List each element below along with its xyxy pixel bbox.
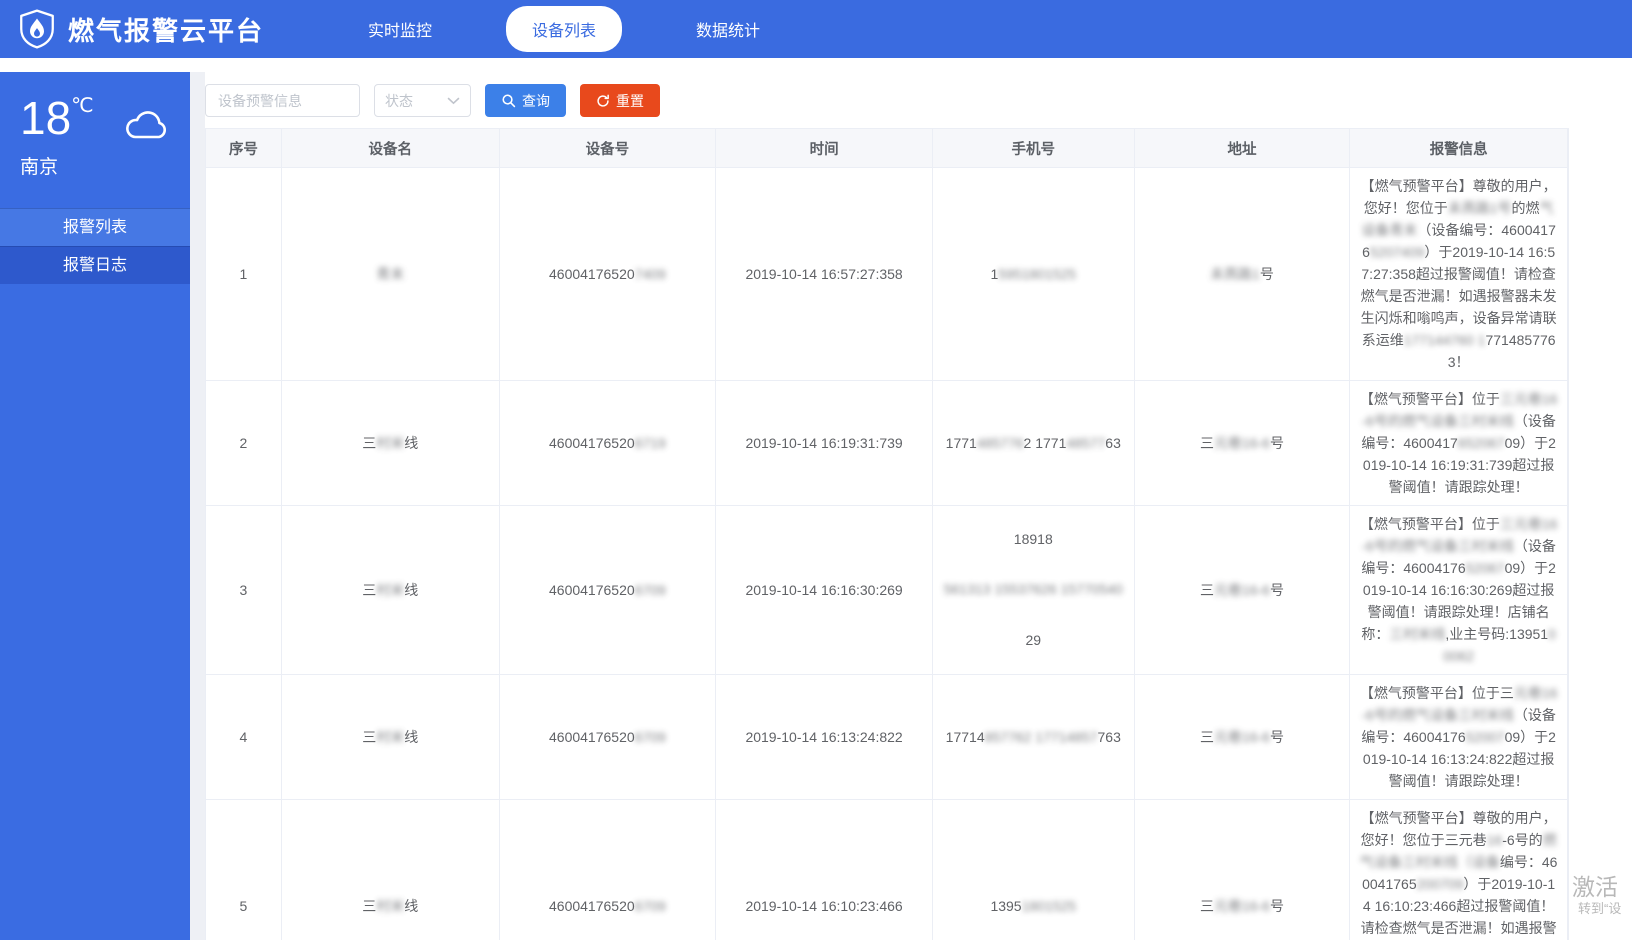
- cell-phone: 17714857762 17714857763: [933, 675, 1135, 799]
- cell-index: 1: [206, 168, 282, 380]
- cell-device-name: 三村米线: [282, 381, 500, 505]
- cell-phone: 13951801525: [933, 800, 1135, 940]
- chevron-down-icon: [447, 97, 460, 105]
- table-body: 1青末4600417652074092019-10-14 16:57:27:35…: [206, 167, 1568, 940]
- table-row: 4三村米线4600417652067092019-10-14 16:13:24:…: [206, 674, 1568, 799]
- cell-address: 三元巷16-6号: [1135, 675, 1351, 799]
- cell-alarm-message: 【燃气预警平台】位于三元巷16-6号的燃气设备三村米线（设备编号：4600417…: [1350, 506, 1568, 674]
- nav-item-realtime-monitor[interactable]: 实时监控: [342, 6, 458, 52]
- cloud-icon: [122, 108, 170, 142]
- cell-device-name: 三村米线: [282, 800, 500, 940]
- column-header-device-no: 设备号: [500, 129, 717, 167]
- cell-address: 三元巷16-6号: [1135, 381, 1351, 505]
- weather-panel: 18 ℃ 南京: [0, 72, 190, 208]
- cell-phone: 17714857762 17714857763: [933, 381, 1135, 505]
- cell-address: 未燕路1号: [1135, 168, 1351, 380]
- query-button-label: 查询: [522, 91, 550, 111]
- cell-address: 三元巷16-6号: [1135, 800, 1351, 940]
- alarm-log-table: 序号设备名设备号时间手机号地址报警信息 1青末46004176520740920…: [205, 128, 1569, 940]
- city-label: 南京: [20, 152, 170, 179]
- refresh-icon: [596, 94, 610, 108]
- cell-device-name: 青末: [282, 168, 500, 380]
- cell-index: 4: [206, 675, 282, 799]
- top-navbar: 燃气报警云平台 实时监控 设备列表 数据统计: [0, 0, 1632, 58]
- windows-activation-watermark-line1: 激活: [1572, 868, 1618, 902]
- cell-index: 5: [206, 800, 282, 940]
- cell-index: 2: [206, 381, 282, 505]
- reset-button[interactable]: 重置: [580, 84, 660, 117]
- query-button[interactable]: 查询: [485, 84, 566, 117]
- cell-alarm-message: 【燃气预警平台】位于三元巷16-6号的燃气设备三村米线（设备编号：4600417…: [1350, 381, 1568, 505]
- nav-menu: 实时监控 设备列表 数据统计: [342, 6, 786, 52]
- alarm-keyword-input[interactable]: [205, 84, 360, 117]
- table-header-row: 序号设备名设备号时间手机号地址报警信息: [206, 129, 1568, 167]
- nav-item-device-list[interactable]: 设备列表: [506, 6, 622, 52]
- column-header-index: 序号: [206, 129, 282, 167]
- temperature-unit: ℃: [71, 96, 93, 116]
- cell-phone: 15951801525: [933, 168, 1135, 380]
- cell-device-no: 460041765206709: [500, 506, 717, 674]
- table-row: 3三村米线4600417652067092019-10-14 16:16:30:…: [206, 505, 1568, 674]
- temperature-value: 18: [20, 94, 71, 142]
- status-select-placeholder: 状态: [385, 91, 413, 111]
- column-header-alarm-message: 报警信息: [1350, 129, 1568, 167]
- sidebar-item-alarm-log[interactable]: 报警日志: [0, 246, 190, 284]
- cell-time: 2019-10-14 16:57:27:358: [716, 168, 933, 380]
- filter-toolbar: 状态 查询 重置: [205, 84, 660, 117]
- cell-device-no: 460041765206709: [500, 675, 717, 799]
- column-header-address: 地址: [1135, 129, 1351, 167]
- cell-time: 2019-10-14 16:19:31:739: [716, 381, 933, 505]
- cell-device-no: 460041765206719: [500, 381, 717, 505]
- table-row: 1青末4600417652074092019-10-14 16:57:27:35…: [206, 167, 1568, 380]
- windows-activation-watermark-line2: 转到“设: [1578, 898, 1621, 917]
- cell-time: 2019-10-14 16:16:30:269: [716, 506, 933, 674]
- nav-item-data-statistics[interactable]: 数据统计: [670, 6, 786, 52]
- cell-alarm-message: 【燃气预警平台】位于三元巷16-6号的燃气设备三村米线（设备编号：4600417…: [1350, 675, 1568, 799]
- column-header-time: 时间: [716, 129, 933, 167]
- cell-alarm-message: 【燃气预警平台】尊敬的用户，您好！您位于未燕路1号的燃气设备青末（设备编号：46…: [1350, 168, 1568, 380]
- cell-time: 2019-10-14 16:10:23:466: [716, 800, 933, 940]
- cell-device-no: 460041765207409: [500, 168, 717, 380]
- column-header-phone: 手机号: [933, 129, 1135, 167]
- cell-device-no: 460041765206709: [500, 800, 717, 940]
- cell-device-name: 三村米线: [282, 675, 500, 799]
- cell-address: 三元巷16-6号: [1135, 506, 1351, 674]
- app-title: 燃气报警云平台: [68, 11, 264, 48]
- sidebar-gap: [190, 72, 205, 940]
- cell-phone: 18918561313 15537626 1577054029: [933, 506, 1135, 674]
- table-row: 5三村米线4600417652067092019-10-14 16:10:23:…: [206, 799, 1568, 940]
- cell-index: 3: [206, 506, 282, 674]
- status-select[interactable]: 状态: [374, 84, 471, 117]
- sidebar: 18 ℃ 南京 报警列表 报警日志: [0, 72, 190, 940]
- gas-shield-logo-icon: [16, 7, 58, 51]
- search-icon: [501, 93, 516, 108]
- reset-button-label: 重置: [616, 91, 644, 111]
- sidebar-item-alarm-list[interactable]: 报警列表: [0, 208, 190, 246]
- column-header-device-name: 设备名: [282, 129, 500, 167]
- cell-time: 2019-10-14 16:13:24:822: [716, 675, 933, 799]
- table-row: 2三村米线4600417652067192019-10-14 16:19:31:…: [206, 380, 1568, 505]
- cell-alarm-message: 【燃气预警平台】尊敬的用户，您好！您位于三元巷16-6号的燃气设备三村米线（设备…: [1350, 800, 1568, 940]
- cell-device-name: 三村米线: [282, 506, 500, 674]
